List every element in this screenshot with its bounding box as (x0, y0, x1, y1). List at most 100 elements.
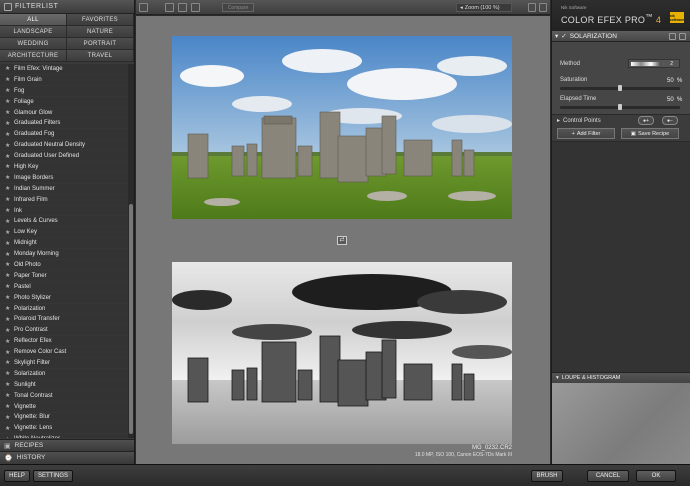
filter-item[interactable]: ★ Graduated User Defined (0, 151, 128, 163)
elapsed-time-slider[interactable] (560, 104, 680, 110)
category-tab-travel[interactable]: TRAVEL (67, 50, 134, 62)
background-black-button[interactable] (539, 3, 547, 12)
favorite-star-icon[interactable]: ★ (5, 131, 10, 138)
add-negative-control-point-button[interactable]: ●− (662, 116, 678, 125)
add-positive-control-point-button[interactable]: ●+ (638, 116, 654, 125)
swap-views-icon[interactable]: ⇄ (337, 236, 347, 245)
ok-button[interactable]: OK (636, 470, 676, 482)
favorite-star-icon[interactable]: ★ (5, 327, 10, 334)
filter-item[interactable]: ★ Vignette (0, 401, 128, 413)
filter-item[interactable]: ★ Midnight (0, 238, 128, 250)
filter-item[interactable]: ★ Infrared Film (0, 194, 128, 206)
filter-item[interactable]: ★ Remove Color Cast (0, 347, 128, 359)
filter-item[interactable]: ★ Image Borders (0, 172, 128, 184)
category-tab-all[interactable]: ALL (0, 14, 67, 26)
favorite-star-icon[interactable]: ★ (5, 185, 10, 192)
favorite-star-icon[interactable]: ★ (5, 207, 10, 214)
favorite-star-icon[interactable]: ★ (5, 283, 10, 290)
filter-item[interactable]: ★ Reflector Efex (0, 336, 128, 348)
filter-item[interactable]: ★ Levels & Curves (0, 216, 128, 228)
method-dropdown[interactable]: 2 (628, 59, 680, 68)
filter-item[interactable]: ★ Old Photo (0, 260, 128, 271)
filter-enabled-checkbox[interactable]: ✓ (561, 32, 566, 40)
saturation-slider-knob[interactable] (618, 85, 622, 91)
category-tab-portrait[interactable]: PORTRAIT (67, 38, 134, 50)
favorite-star-icon[interactable]: ★ (5, 316, 10, 323)
filter-item[interactable]: ★ Pro Contrast (0, 325, 128, 337)
filter-item[interactable]: ★ Film Grain (0, 74, 128, 86)
filter-scrollbar-thumb[interactable] (129, 204, 133, 434)
favorite-star-icon[interactable]: ★ (5, 87, 10, 94)
filter-item[interactable]: ★ Solarization (0, 368, 128, 380)
filter-header[interactable]: ▾ ✓ SOLARIZATION (552, 30, 690, 42)
filter-item[interactable]: ★ Fog (0, 85, 128, 97)
category-tab-wedding[interactable]: WEDDING (0, 38, 67, 50)
filter-item[interactable]: ★ Glamour Glow (0, 107, 128, 119)
category-tab-favorites[interactable]: FAVORITES (67, 14, 134, 26)
favorite-star-icon[interactable]: ★ (5, 338, 10, 345)
loupe-chevron-icon[interactable]: ▾ (556, 375, 559, 381)
collapse-chevron-icon[interactable]: ▾ (555, 32, 558, 40)
favorite-star-icon[interactable]: ★ (5, 98, 10, 105)
filter-delete-icon[interactable] (679, 33, 686, 40)
favorite-star-icon[interactable]: ★ (5, 153, 10, 160)
filter-item[interactable]: ★ Ink (0, 205, 128, 217)
favorite-star-icon[interactable]: ★ (5, 392, 10, 399)
favorite-star-icon[interactable]: ★ (5, 142, 10, 149)
category-tab-landscape[interactable]: LANDSCAPE (0, 26, 67, 38)
filter-item[interactable]: ★ Foliage (0, 96, 128, 108)
favorite-star-icon[interactable]: ★ (5, 425, 10, 432)
favorite-star-icon[interactable]: ★ (5, 76, 10, 83)
filter-item[interactable]: ★ Graduated Filters (0, 118, 128, 130)
filter-scrollbar[interactable] (128, 64, 134, 438)
saturation-slider[interactable] (560, 85, 680, 91)
favorite-star-icon[interactable]: ★ (5, 414, 10, 421)
help-button[interactable]: HELP (4, 470, 30, 482)
filter-item[interactable]: ★ Polaroid Transfer (0, 314, 128, 326)
history-bar[interactable]: ⌚ HISTORY (0, 451, 134, 463)
preview-canvas[interactable]: ⇄ MG_0232.CR2 18.0 MP, ISO 100, Canon EO… (136, 16, 550, 464)
filter-item[interactable]: ★ Paper Toner (0, 270, 128, 282)
favorite-star-icon[interactable]: ★ (5, 109, 10, 116)
favorite-star-icon[interactable]: ★ (5, 174, 10, 181)
loupe-header[interactable]: ▾ LOUPE & HISTOGRAM (552, 372, 690, 383)
recipes-bar[interactable]: ▣ RECIPES (0, 439, 134, 451)
filter-item[interactable]: ★ Film Efex: Vintage (0, 64, 128, 75)
favorite-star-icon[interactable]: ★ (5, 261, 10, 268)
favorite-star-icon[interactable]: ★ (5, 272, 10, 279)
favorite-star-icon[interactable]: ★ (5, 240, 10, 247)
category-tab-architecture[interactable]: ARCHITECTURE (0, 50, 67, 62)
favorite-star-icon[interactable]: ★ (5, 305, 10, 312)
single-view-button[interactable] (165, 3, 174, 12)
category-tab-nature[interactable]: NATURE (67, 26, 134, 38)
favorite-star-icon[interactable]: ★ (5, 163, 10, 170)
zoom-dropdown[interactable]: ◂ Zoom (100 %) (456, 3, 512, 12)
filter-item[interactable]: ★ Vignette: Lens (0, 423, 128, 435)
favorite-star-icon[interactable]: ★ (5, 120, 10, 127)
elapsed-time-slider-knob[interactable] (618, 104, 622, 110)
favorite-star-icon[interactable]: ★ (5, 436, 10, 438)
favorite-star-icon[interactable]: ★ (5, 359, 10, 366)
favorite-star-icon[interactable]: ★ (5, 370, 10, 377)
filter-item[interactable]: ★ Graduated Fog (0, 129, 128, 141)
favorite-star-icon[interactable]: ★ (5, 229, 10, 236)
favorite-star-icon[interactable]: ★ (5, 349, 10, 356)
filter-item[interactable]: ★ Monday Morning (0, 249, 128, 261)
favorite-star-icon[interactable]: ★ (5, 381, 10, 388)
filter-item[interactable]: ★ Skylight Filter (0, 358, 128, 369)
save-recipe-button[interactable]: ▣ Save Recipe (621, 128, 679, 139)
favorite-star-icon[interactable]: ★ (5, 65, 10, 72)
filterlist-header[interactable]: FILTERLIST (0, 0, 134, 14)
compare-button[interactable]: Compare (222, 3, 254, 12)
control-points-row[interactable]: ▸ Control Points ●+ ●− (552, 114, 690, 126)
filter-item[interactable]: ★ Low Key (0, 227, 128, 239)
favorite-star-icon[interactable]: ★ (5, 251, 10, 258)
filter-item[interactable]: ★ White Neutralizer (0, 434, 128, 438)
filter-item[interactable]: ★ Polarization (0, 303, 128, 315)
settings-button[interactable]: SETTINGS (33, 470, 73, 482)
filter-item[interactable]: ★ Graduated Neutral Density (0, 140, 128, 152)
filter-item[interactable]: ★ Pastel (0, 281, 128, 293)
expand-chevron-icon[interactable]: ▸ (557, 117, 560, 124)
filter-item[interactable]: ★ Indian Summer (0, 183, 128, 195)
add-filter-button[interactable]: + Add Filter (557, 128, 615, 139)
